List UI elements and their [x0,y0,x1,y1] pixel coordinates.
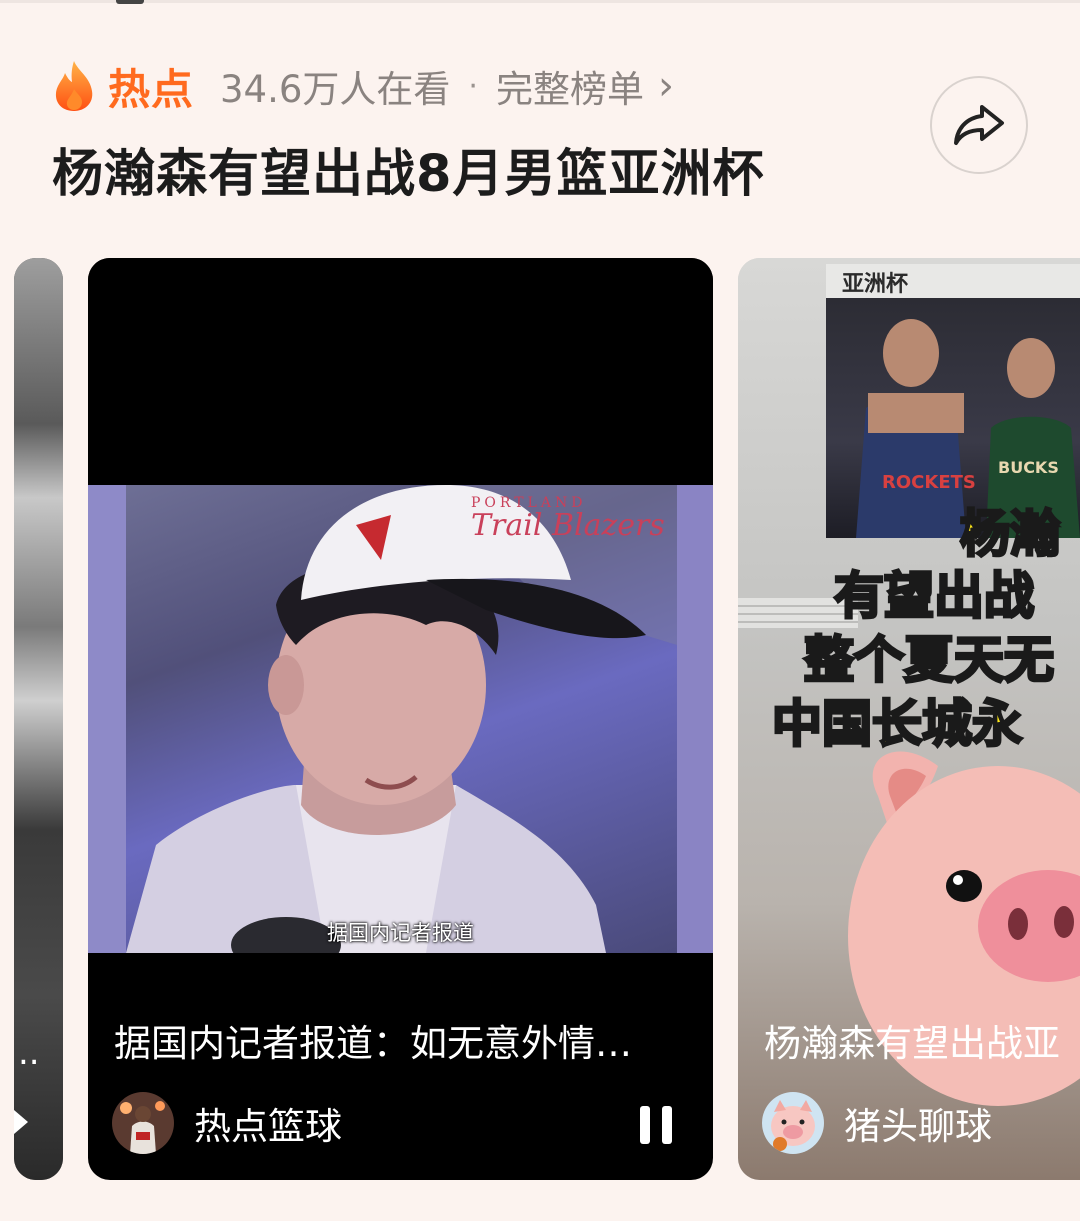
cap-small-text: PORTLAND [471,495,586,511]
author-row[interactable]: 猪头聊球 [762,1092,992,1154]
author-row[interactable]: 热点篮球 [112,1092,342,1154]
viewer-count: 34.6万人在看 [220,68,451,111]
avatar[interactable] [762,1092,824,1154]
status-divider [0,0,1080,3]
hot-label: 热点 [108,64,195,114]
jersey-text: ROCKETS [882,472,976,493]
avatar[interactable] [112,1092,174,1154]
video-caption[interactable]: 据国内记者报道：如无意外情… [114,1013,694,1067]
flame-icon [55,61,93,111]
video-caption[interactable]: 杨瀚森有望出战亚 [764,1013,1060,1067]
video-frame[interactable]: Trail Blazers PORTLAND 据国内记者报道 [88,485,713,953]
caption-fragment: .. [18,1033,40,1073]
topic-title[interactable]: 杨瀚森有望出战8月男篮亚洲杯 [52,132,765,206]
hot-header[interactable]: 热点 34.6万人在看 · 完整榜单 › [52,58,674,114]
pause-icon [640,1106,650,1144]
video-card-right[interactable]: 亚洲杯 ROCKETS BUCKS 杨瀚 有望出战 整个夏天无 中国长城永 杨瀚… [738,258,1080,1180]
video-subtitle: 据国内记者报道 [327,921,474,945]
drag-handle [116,0,144,4]
overlay-text: 有望出战 [833,566,1036,627]
player-photo: Trail Blazers PORTLAND [126,485,677,953]
chevron-right-icon[interactable]: › [658,63,674,109]
cap-logo-text: Trail Blazers [471,508,665,543]
author-name[interactable]: 猪头聊球 [844,1096,992,1150]
jersey-text: BUCKS [998,458,1059,477]
video-card-left[interactable]: .. [14,258,63,1180]
play-icon [14,1110,28,1134]
separator-dot: · [468,68,478,104]
overlay-text: 整个夏天无 [803,630,1056,691]
share-icon [954,105,1004,145]
video-card-main[interactable]: Trail Blazers PORTLAND 据国内记者报道 据国内记者报道：如… [88,258,713,1180]
full-list-link[interactable]: 完整榜单 [496,59,644,113]
image-label: 亚洲杯 [842,272,909,297]
pause-button[interactable] [640,1106,674,1144]
author-name[interactable]: 热点篮球 [194,1096,342,1150]
share-button[interactable] [930,76,1028,174]
